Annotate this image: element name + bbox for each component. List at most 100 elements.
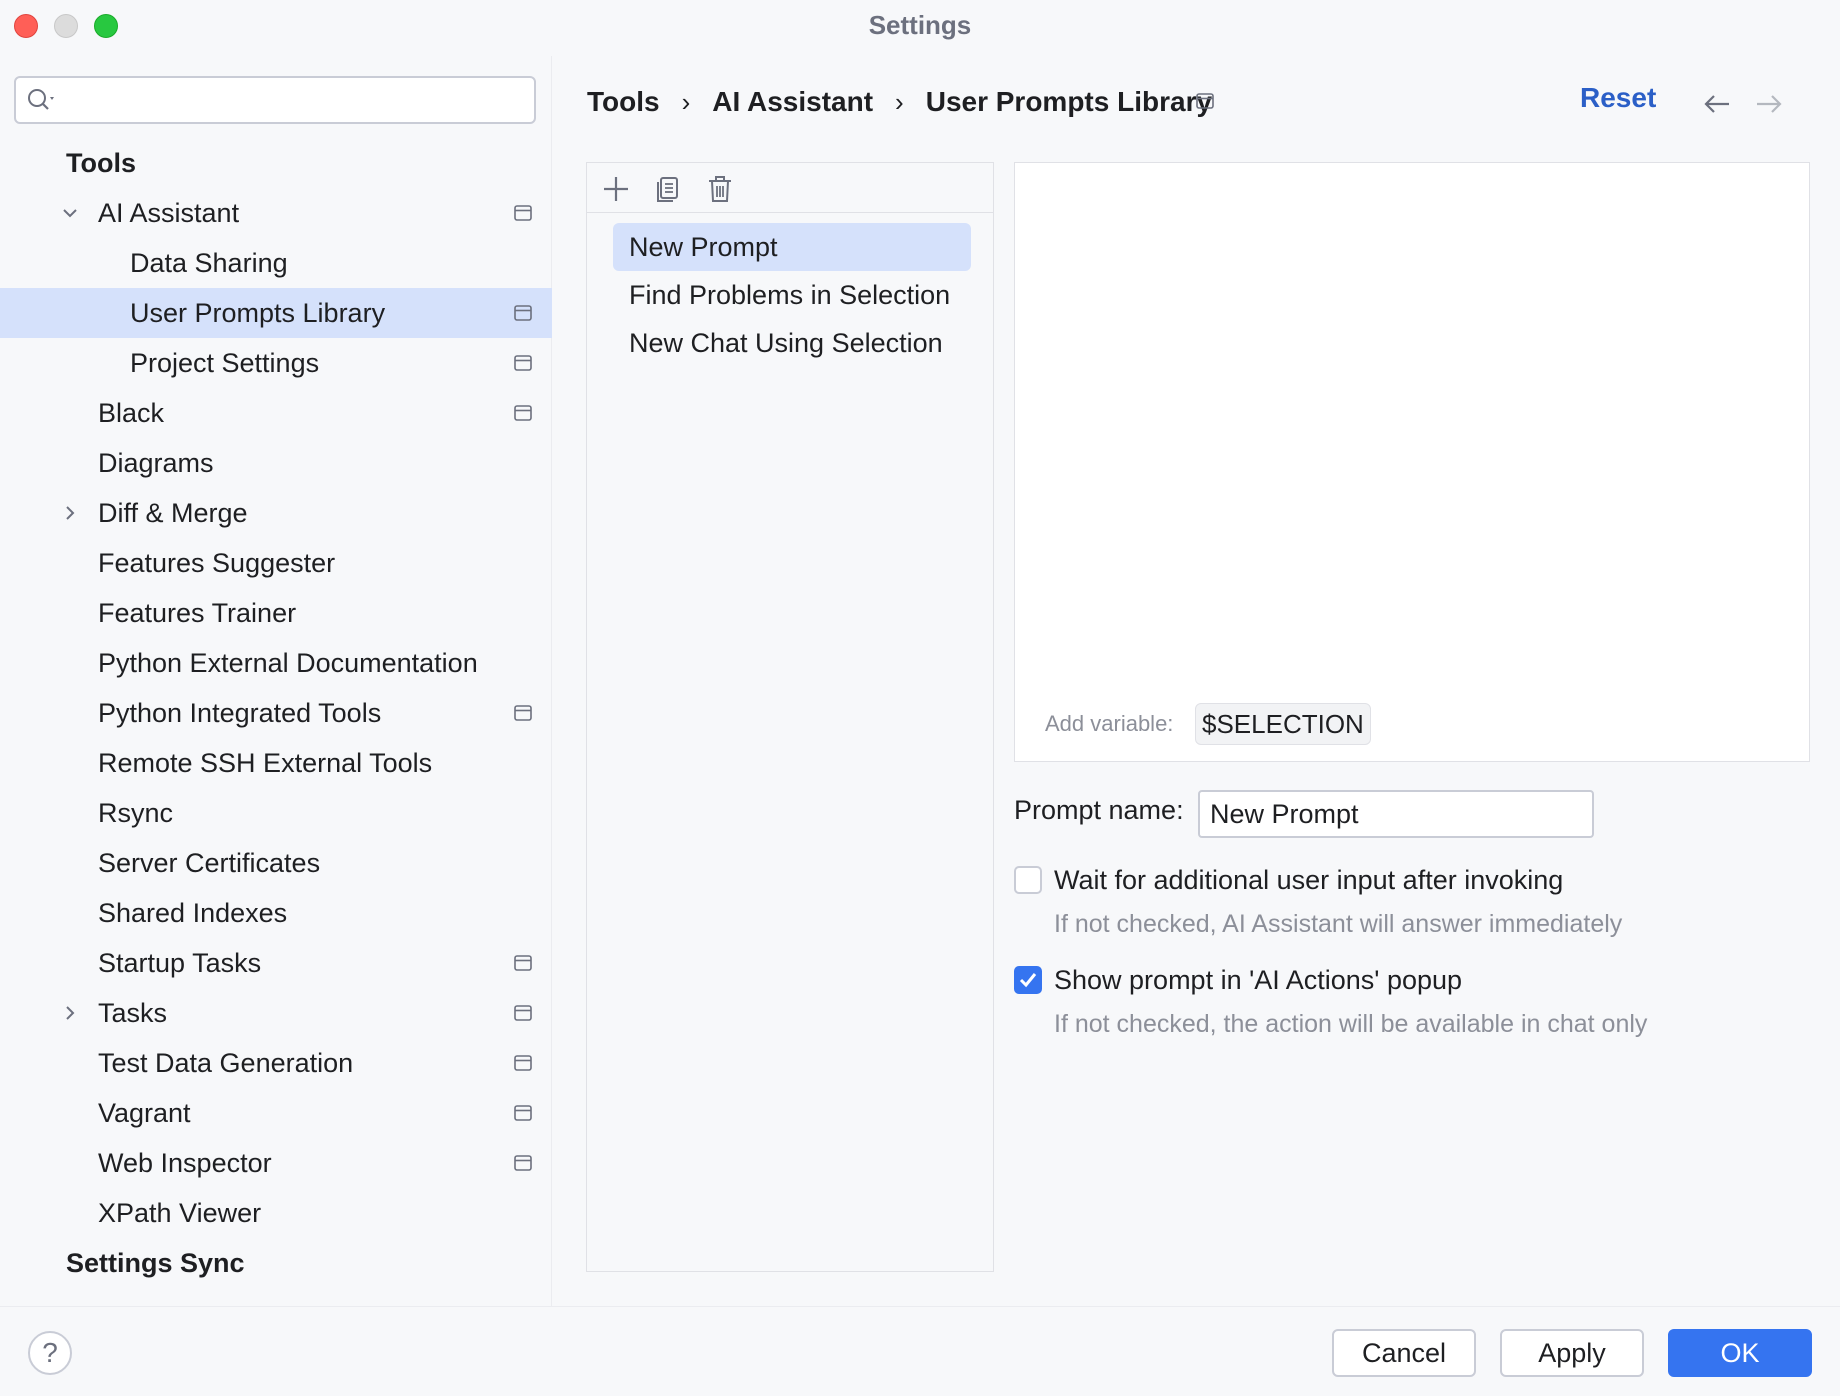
breadcrumb: Tools › AI Assistant › User Prompts Library [587, 80, 1212, 124]
prompt-name-label: Prompt name: [1014, 795, 1184, 825]
arrow-left-icon[interactable] [1702, 92, 1732, 116]
tree-item-label: Test Data Generation [98, 1048, 354, 1078]
tree-item-xpath-viewer[interactable]: XPath Viewer [0, 1188, 552, 1238]
prompt-name-input[interactable] [1198, 790, 1594, 838]
prompts-list-panel: New Prompt Find Problems in Selection Ne… [586, 162, 994, 1272]
tree-item-label: AI Assistant [98, 198, 240, 228]
tree-item-label: Features Suggester [98, 548, 336, 578]
dialog-footer: ? Cancel Apply OK [0, 1306, 1840, 1396]
wait-input-hint: If not checked, AI Assistant will answer… [1054, 910, 1623, 938]
variable-chip-selection[interactable]: $SELECTION [1195, 703, 1371, 745]
tree-item-label: User Prompts Library [130, 298, 386, 328]
add-icon[interactable] [601, 174, 631, 204]
tree-item-label: Web Inspector [98, 1148, 272, 1178]
tree-item-server-certificates[interactable]: Server Certificates [0, 838, 552, 888]
tree-item-web-inspector[interactable]: Web Inspector [0, 1138, 552, 1188]
tree-item-label: Project Settings [130, 348, 320, 378]
project-level-icon [514, 705, 532, 721]
tree-item-user-prompts-library[interactable]: User Prompts Library [0, 288, 552, 338]
check-icon [1019, 973, 1037, 988]
tree-item-python-integrated-tools[interactable]: Python Integrated Tools [0, 688, 552, 738]
tree-item-label: Diagrams [98, 448, 214, 478]
prompt-item-find-problems[interactable]: Find Problems in Selection [613, 271, 971, 319]
breadcrumb-item-user-prompts-library: User Prompts Library [925, 86, 1213, 117]
wait-input-checkbox[interactable] [1014, 866, 1042, 894]
tree-item-settings-sync[interactable]: Settings Sync [0, 1238, 552, 1288]
tree-item-rsync[interactable]: Rsync [0, 788, 552, 838]
tree-item-black[interactable]: Black [0, 388, 552, 438]
chevron-right-icon[interactable] [60, 503, 80, 523]
window-title: Settings [868, 10, 972, 40]
help-button[interactable]: ? [28, 1331, 72, 1375]
settings-sidebar: Tools AI Assistant Data Sharing User Pro… [0, 56, 552, 1306]
wait-input-label[interactable]: Wait for additional user input after inv… [1054, 865, 1563, 896]
tree-item-tasks[interactable]: Tasks [0, 988, 552, 1038]
project-level-icon [514, 405, 532, 421]
project-level-icon [514, 355, 532, 371]
title-bar: Settings [0, 0, 1840, 56]
tree-item-features-suggester[interactable]: Features Suggester [0, 538, 552, 588]
search-input[interactable] [68, 84, 528, 116]
project-level-icon [514, 1105, 532, 1121]
tree-item-label: Tasks [98, 998, 168, 1028]
prompt-text-area[interactable] [1025, 173, 1797, 693]
tree-item-test-data-generation[interactable]: Test Data Generation [0, 1038, 552, 1088]
chevron-right-icon[interactable] [60, 1003, 80, 1023]
search-box[interactable] [14, 76, 536, 124]
project-level-icon [514, 1005, 532, 1021]
show-in-popup-hint: If not checked, the action will be avail… [1054, 1010, 1648, 1038]
tree-item-label: Shared Indexes [98, 898, 288, 928]
tree-item-diagrams[interactable]: Diagrams [0, 438, 552, 488]
project-level-icon [514, 205, 532, 221]
tree-item-project-settings[interactable]: Project Settings [0, 338, 552, 388]
tree-item-label: Diff & Merge [98, 498, 248, 528]
project-level-icon [514, 1155, 532, 1171]
reset-link[interactable]: Reset [1580, 82, 1656, 114]
tree-item-label: Rsync [98, 798, 174, 828]
prompt-item-new-prompt[interactable]: New Prompt [613, 223, 971, 271]
tree-item-label: Settings Sync [66, 1248, 245, 1278]
prompt-editor: Add variable: $SELECTION [1014, 162, 1810, 762]
project-level-icon [514, 305, 532, 321]
tree-item-remote-ssh-external-tools[interactable]: Remote SSH External Tools [0, 738, 552, 788]
settings-tree: Tools AI Assistant Data Sharing User Pro… [0, 138, 552, 1288]
add-variable-label: Add variable: [1045, 711, 1174, 736]
breadcrumb-item-ai-assistant[interactable]: AI Assistant [712, 80, 873, 124]
tree-item-label: Features Trainer [98, 598, 297, 628]
apply-button[interactable]: Apply [1500, 1329, 1644, 1377]
breadcrumb-item-tools[interactable]: Tools [587, 80, 660, 124]
ok-button[interactable]: OK [1668, 1329, 1812, 1377]
chevron-down-icon[interactable] [60, 203, 80, 223]
prompts-toolbar [587, 163, 993, 213]
tree-item-label: Startup Tasks [98, 948, 262, 978]
show-in-popup-checkbox[interactable] [1014, 966, 1042, 994]
tree-item-label: Vagrant [98, 1098, 191, 1128]
show-in-popup-label[interactable]: Show prompt in 'AI Actions' popup [1054, 965, 1462, 996]
tree-item-ai-assistant[interactable]: AI Assistant [0, 188, 552, 238]
tree-item-label: Black [98, 398, 165, 428]
cancel-button[interactable]: Cancel [1332, 1329, 1476, 1377]
tree-item-python-external-documentation[interactable]: Python External Documentation [0, 638, 552, 688]
search-icon [28, 89, 54, 110]
project-level-icon [1196, 93, 1214, 109]
breadcrumb-separator: › [895, 87, 904, 117]
copy-icon[interactable] [653, 174, 683, 204]
prompt-item-new-chat[interactable]: New Chat Using Selection [613, 319, 971, 367]
arrow-right-icon [1757, 95, 1782, 113]
tree-item-label: Remote SSH External Tools [98, 748, 433, 778]
trash-icon[interactable] [705, 174, 735, 204]
tree-item-vagrant[interactable]: Vagrant [0, 1088, 552, 1138]
tree-item-tools[interactable]: Tools [0, 138, 552, 188]
tree-item-startup-tasks[interactable]: Startup Tasks [0, 938, 552, 988]
tree-item-label: XPath Viewer [98, 1198, 262, 1228]
tree-item-diff-merge[interactable]: Diff & Merge [0, 488, 552, 538]
tree-item-label: Server Certificates [98, 848, 321, 878]
tree-item-shared-indexes[interactable]: Shared Indexes [0, 888, 552, 938]
project-level-icon [514, 1055, 532, 1071]
breadcrumb-separator: › [681, 87, 691, 117]
project-level-icon [514, 955, 532, 971]
tree-item-label: Python External Documentation [98, 648, 478, 678]
tree-item-label: Data Sharing [130, 248, 288, 278]
tree-item-data-sharing[interactable]: Data Sharing [0, 238, 552, 288]
tree-item-features-trainer[interactable]: Features Trainer [0, 588, 552, 638]
